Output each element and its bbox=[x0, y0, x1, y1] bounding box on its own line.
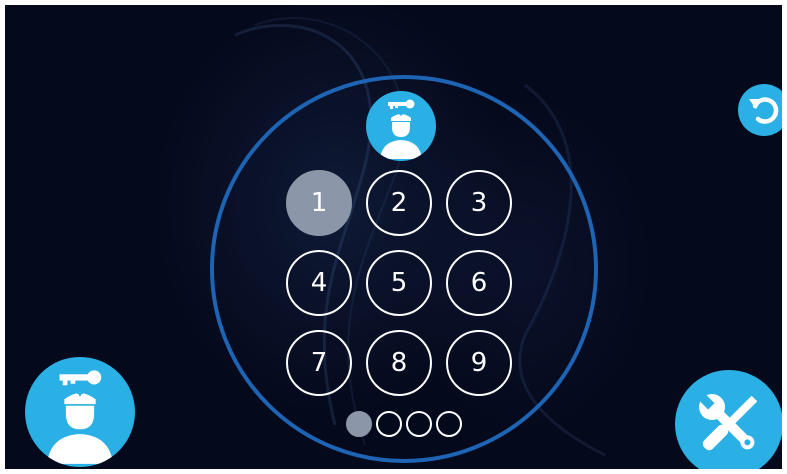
pin-dot-empty bbox=[436, 411, 462, 437]
nurse-key-icon bbox=[47, 370, 113, 464]
pin-dot-empty bbox=[406, 411, 432, 437]
key-6-label[interactable]: 6 bbox=[446, 250, 512, 316]
key-9[interactable]: 9 bbox=[430, 330, 528, 396]
key-3-label[interactable]: 3 bbox=[446, 170, 512, 236]
key-8-label[interactable]: 8 bbox=[366, 330, 432, 396]
key-9-label[interactable]: 9 bbox=[446, 330, 512, 396]
pin-dot-filled bbox=[346, 411, 372, 437]
undo-button[interactable] bbox=[738, 84, 782, 136]
key-2-label[interactable]: 2 bbox=[366, 170, 432, 236]
key-7-label[interactable]: 7 bbox=[286, 330, 352, 396]
pin-dot-empty bbox=[376, 411, 402, 437]
key-5-label[interactable]: 5 bbox=[366, 250, 432, 316]
pin-indicator bbox=[346, 411, 462, 437]
user-login-button[interactable] bbox=[25, 357, 135, 467]
key-1-label[interactable]: 1 bbox=[286, 170, 352, 236]
key-6[interactable]: 6 bbox=[430, 250, 528, 316]
nurse-key-icon bbox=[366, 91, 436, 161]
key-4-label[interactable]: 4 bbox=[286, 250, 352, 316]
key-3[interactable]: 3 bbox=[430, 170, 528, 236]
lock-screen: 1 2 3 4 5 6 7 8 9 bbox=[5, 5, 782, 469]
wrench-screwdriver-icon bbox=[698, 393, 758, 451]
undo-icon bbox=[749, 97, 779, 124]
settings-button[interactable] bbox=[675, 370, 782, 469]
